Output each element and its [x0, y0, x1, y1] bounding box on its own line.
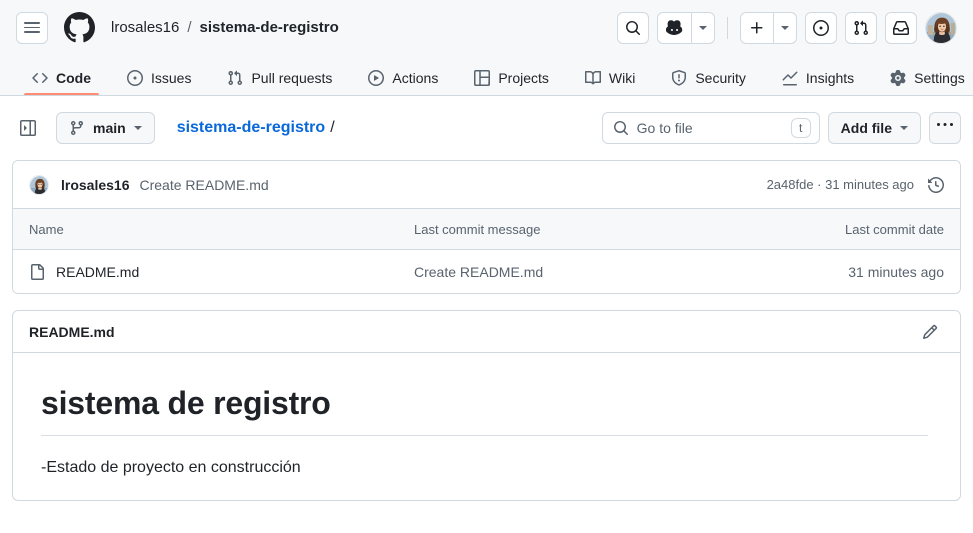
tab-actions[interactable]: Actions: [352, 55, 454, 95]
tab-label: Insights: [805, 70, 855, 86]
copilot-button-group: [657, 11, 715, 44]
commit-author[interactable]: lrosales16: [61, 177, 130, 193]
app-header: lrosales16 / sistema-de-registro: [0, 0, 973, 55]
chevron-down-icon: [133, 126, 142, 130]
file-name-cell: README.md: [29, 263, 414, 280]
column-header-message: Last commit message: [414, 221, 541, 237]
tab-settings[interactable]: Settings: [874, 55, 973, 95]
graph-icon: [782, 70, 798, 86]
commit-message[interactable]: Create README.md: [140, 177, 269, 193]
file-name-link[interactable]: README.md: [56, 264, 139, 280]
branch-name: main: [93, 120, 126, 136]
github-logo-icon[interactable]: [63, 12, 95, 44]
main-content: main sistema-de-registro / Go to file t …: [0, 96, 973, 501]
latest-commit-row: lrosales16 Create README.md 2a48fde · 31…: [13, 161, 960, 209]
column-header-name: Name: [29, 221, 64, 237]
tab-label: Security: [695, 70, 746, 86]
tab-label: Projects: [498, 70, 549, 86]
avatar[interactable]: [925, 11, 957, 44]
play-icon: [368, 70, 385, 86]
book-icon: [584, 70, 601, 86]
sidebar-expand-icon[interactable]: [12, 112, 44, 144]
table-icon: [474, 70, 491, 86]
file-icon: [29, 263, 45, 280]
tab-label: Actions: [392, 70, 439, 86]
go-to-file-input[interactable]: Go to file t: [601, 112, 820, 144]
chevron-down-icon: [900, 126, 908, 130]
git-branch-icon: [69, 120, 85, 136]
add-file-label: Add file: [840, 120, 892, 136]
header-actions: [617, 11, 957, 44]
branch-selector[interactable]: main: [56, 112, 155, 144]
create-new-button-group: [740, 11, 797, 44]
breadcrumb: lrosales16 / sistema-de-registro: [111, 19, 339, 36]
breadcrumb-separator: /: [187, 19, 192, 36]
issue-opened-icon[interactable]: [805, 11, 837, 44]
git-pull-request-icon: [227, 70, 243, 86]
add-file-button[interactable]: Add file: [827, 112, 921, 144]
copilot-chevron-down-icon[interactable]: [691, 12, 714, 43]
create-new-chevron-down-icon[interactable]: [773, 12, 796, 43]
path-repo-link[interactable]: sistema-de-registro: [177, 119, 326, 137]
readme-header: README.md: [13, 311, 960, 353]
tab-label: Code: [56, 70, 91, 86]
plus-icon[interactable]: [741, 13, 773, 43]
file-toolbar: main sistema-de-registro / Go to file t …: [12, 112, 961, 144]
file-list-card: lrosales16 Create README.md 2a48fde · 31…: [12, 160, 961, 294]
column-header-date: Last commit date: [845, 221, 944, 237]
readme-body: sistema de registro -Estado de proyecto …: [13, 353, 960, 500]
search-icon[interactable]: [617, 11, 649, 44]
kebab-horizontal-icon[interactable]: [929, 112, 961, 144]
tab-issues[interactable]: Issues: [111, 55, 207, 95]
readme-title: README.md: [29, 323, 115, 340]
go-to-file-placeholder: Go to file: [636, 120, 693, 136]
table-row[interactable]: README.md Create README.md 31 minutes ag…: [13, 250, 960, 293]
tab-label: Pull requests: [251, 70, 333, 86]
repo-nav-tabs: Code Issues Pull requests Actions Projec…: [0, 55, 973, 96]
copilot-icon[interactable]: [658, 13, 691, 43]
tab-security[interactable]: Security: [655, 55, 762, 95]
header-divider: [727, 16, 728, 39]
tab-label: Settings: [914, 70, 965, 86]
commit-meta-group: 2a48fde · 31 minutes ago: [767, 176, 944, 193]
tab-wiki[interactable]: Wiki: [569, 55, 651, 95]
history-icon[interactable]: [928, 176, 944, 193]
gear-icon: [890, 70, 906, 86]
go-to-file-shortcut-badge: t: [790, 118, 811, 138]
tab-projects[interactable]: Projects: [458, 55, 565, 95]
inbox-icon[interactable]: [885, 11, 917, 44]
tab-label: Issues: [151, 70, 192, 86]
readme-paragraph: -Estado de proyecto en construcción: [41, 459, 301, 476]
shield-icon: [671, 70, 687, 86]
tab-code[interactable]: Code: [16, 55, 107, 95]
tab-pull-requests[interactable]: Pull requests: [211, 55, 348, 95]
file-table-header: Name Last commit message Last commit dat…: [13, 209, 960, 250]
hamburger-menu-icon[interactable]: [16, 11, 48, 44]
file-commit-date: 31 minutes ago: [848, 263, 944, 280]
readme-heading: sistema de registro: [41, 383, 928, 436]
search-icon: [613, 120, 629, 136]
breadcrumb-repo[interactable]: sistema-de-registro: [200, 19, 339, 36]
avatar[interactable]: [29, 174, 49, 195]
path-separator: /: [330, 119, 335, 136]
commit-sha-and-time[interactable]: 2a48fde · 31 minutes ago: [767, 177, 914, 192]
tab-insights[interactable]: Insights: [766, 55, 870, 95]
issue-opened-icon: [127, 70, 143, 86]
code-icon: [32, 70, 48, 86]
toolbar-right-actions: Go to file t Add file: [601, 112, 961, 144]
tab-label: Wiki: [608, 70, 636, 86]
readme-card: README.md sistema de registro -Estado de…: [12, 310, 961, 501]
breadcrumb-owner[interactable]: lrosales16: [111, 19, 179, 36]
pencil-icon[interactable]: [916, 318, 944, 346]
git-pull-request-icon[interactable]: [845, 11, 877, 44]
file-commit-message[interactable]: Create README.md: [414, 264, 848, 280]
path-breadcrumb: sistema-de-registro /: [177, 119, 335, 137]
